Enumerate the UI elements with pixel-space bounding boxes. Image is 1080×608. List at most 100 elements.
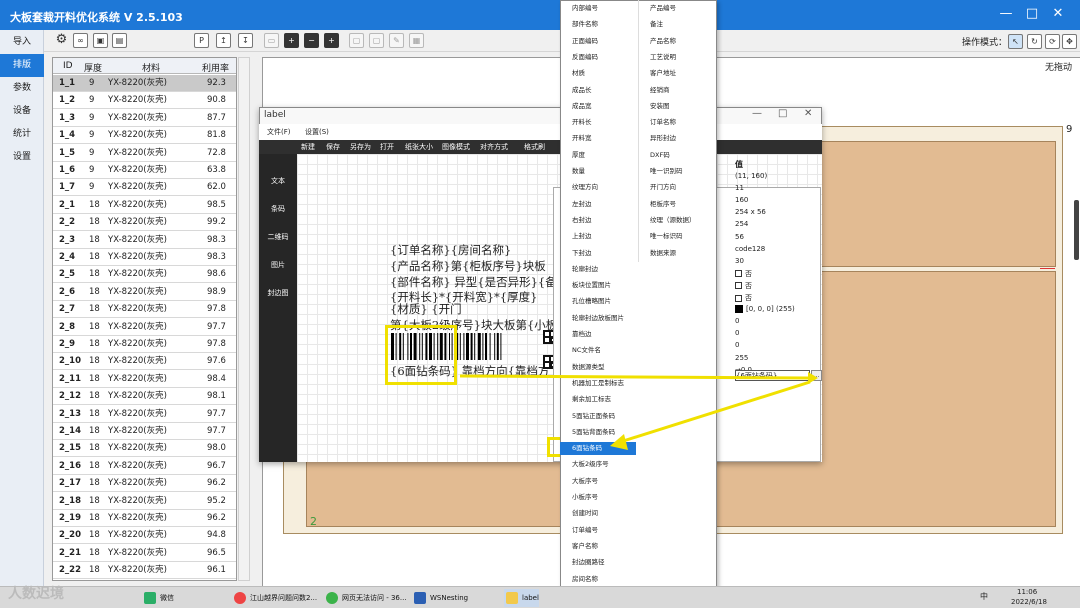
paste-icon[interactable]: ▢ [369, 33, 384, 48]
property-input[interactable]: {6面钻条码} [735, 370, 810, 381]
dropdown-item[interactable]: 开料长 [572, 116, 592, 129]
table-row[interactable]: 2_19 18 YX-8220(灰壳) 96.2 [53, 510, 236, 527]
maximize-button[interactable]: □ [1022, 4, 1042, 24]
close-button[interactable]: ✕ [1048, 4, 1068, 24]
dropdown-item[interactable]: 数据源类型 [572, 361, 605, 374]
dropdown-item[interactable]: 创建时间 [572, 507, 598, 520]
nav-settings[interactable]: 设置 [0, 146, 44, 169]
dropdown-item[interactable]: 客户名称 [572, 540, 598, 553]
property-value[interactable]: 56 [735, 233, 744, 241]
layers-icon[interactable]: ▦ [409, 33, 424, 48]
refresh-icon[interactable]: ⟳ [1045, 34, 1060, 49]
dropdown-item[interactable]: 轮廓封边放板图片 [572, 312, 624, 325]
cursor-icon[interactable]: ↖ [1008, 34, 1023, 49]
dropdown-item[interactable]: 异形封边 [650, 132, 676, 145]
table-row[interactable]: 2_14 18 YX-8220(灰壳) 97.7 [53, 423, 236, 440]
clock-time[interactable]: 11:06 [1017, 588, 1037, 596]
minus-icon[interactable]: − [304, 33, 319, 48]
dropdown-item[interactable]: 工艺说明 [650, 51, 676, 64]
minimize-button[interactable]: — [996, 4, 1016, 24]
label-maximize-button[interactable]: □ [778, 108, 787, 119]
dropdown-item[interactable]: 唯一标识码 [650, 230, 683, 243]
dropdown-item[interactable]: 正面编码 [572, 35, 598, 48]
table-row[interactable]: 2_20 18 YX-8220(灰壳) 94.8 [53, 527, 236, 545]
tool-new[interactable]: 新建 [301, 142, 315, 152]
side-barcode[interactable]: 条码 [259, 204, 297, 214]
ellipsis-icon[interactable]: … [811, 370, 822, 381]
table-row[interactable]: 1_6 9 YX-8220(灰壳) 63.8 [53, 162, 236, 179]
dropdown-item[interactable]: 5面钻背面条码 [572, 426, 615, 439]
nav-stats[interactable]: 统计 [0, 123, 44, 146]
copy-icon[interactable]: ▢ [349, 33, 364, 48]
property-value[interactable]: 160 [735, 196, 748, 204]
table-row[interactable]: 1_2 9 YX-8220(灰壳) 90.8 [53, 92, 236, 110]
dropdown-item[interactable]: 订单编号 [572, 524, 598, 537]
import-icon[interactable]: ↧ [238, 33, 253, 48]
property-value[interactable]: 254 [735, 220, 748, 228]
tool-align[interactable]: 对齐方式 [480, 142, 508, 152]
dropdown-item[interactable]: 内部编号 [572, 2, 598, 15]
tool-save[interactable]: 保存 [326, 142, 340, 152]
image-icon[interactable]: ▣ [93, 33, 108, 48]
col-material[interactable]: 材料 [142, 61, 160, 74]
table-row[interactable]: 2_21 18 YX-8220(灰壳) 96.5 [53, 545, 236, 562]
dropdown-item[interactable]: 机器加工是制标志 [572, 377, 624, 390]
canvas-scrollbar[interactable] [1074, 200, 1079, 260]
dropdown-item[interactable]: 产品名称 [650, 35, 676, 48]
property-value[interactable]: (11, 160) [735, 172, 767, 180]
taskbar-label[interactable]: label [504, 589, 539, 607]
table-row[interactable]: 1_3 9 YX-8220(灰壳) 87.7 [53, 110, 236, 127]
table-row[interactable]: 2_12 18 YX-8220(灰壳) 98.1 [53, 388, 236, 406]
dropdown-item[interactable]: 反面编码 [572, 51, 598, 64]
dropdown-item[interactable]: 部件名称 [572, 18, 598, 31]
dropdown-item[interactable]: 房间名称 [572, 573, 598, 586]
property-value[interactable]: 否 [735, 269, 752, 279]
table-row[interactable]: 2_18 18 YX-8220(灰壳) 95.2 [53, 493, 236, 510]
dropdown-item[interactable]: 大板序号 [572, 475, 598, 488]
nav-import[interactable]: 导入 [0, 31, 44, 54]
dropdown-item[interactable]: 靠档边 [572, 328, 592, 341]
side-text[interactable]: 文本 [259, 176, 297, 186]
checkbox[interactable] [735, 294, 742, 302]
col-id[interactable]: ID [63, 61, 73, 71]
property-value[interactable]: 0 [735, 329, 739, 337]
side-qrcode[interactable]: 二维码 [259, 232, 297, 242]
col-thickness[interactable]: 厚度 [84, 61, 102, 74]
dropdown-item[interactable]: 左封边 [572, 198, 592, 211]
dropdown-item[interactable]: 产品编号 [650, 2, 676, 15]
property-value[interactable]: [0, 0, 0] (255) [735, 305, 795, 314]
property-value[interactable]: 0 [735, 341, 739, 349]
table-row[interactable]: 2_15 18 YX-8220(灰壳) 98.0 [53, 440, 236, 458]
dropdown-item[interactable]: DXF码 [650, 149, 670, 162]
tool-image-mode[interactable]: 图像模式 [442, 142, 470, 152]
table-row[interactable]: 2_11 18 YX-8220(灰壳) 98.4 [53, 371, 236, 388]
nav-params[interactable]: 参数 [0, 77, 44, 100]
table-row[interactable]: 1_1 9 YX-8220(灰壳) 92.3 [53, 75, 236, 92]
menu-file[interactable]: 文件(F) [267, 127, 291, 137]
table-row[interactable]: 2_9 18 YX-8220(灰壳) 97.8 [53, 336, 236, 353]
dropdown-item[interactable]: 轮廓封边 [572, 263, 598, 276]
dropdown-item[interactable]: 纹理方向 [572, 181, 598, 194]
dropdown-item[interactable]: 数据来源 [650, 247, 676, 260]
dropdown-item[interactable]: 开料宽 [572, 132, 592, 145]
table-row[interactable]: 2_3 18 YX-8220(灰壳) 98.3 [53, 232, 236, 249]
dropdown-item[interactable]: 小板序号 [572, 491, 598, 504]
tool-paper-size[interactable]: 纸张大小 [405, 142, 433, 152]
checkbox[interactable] [735, 282, 742, 290]
export-icon[interactable]: ↥ [216, 33, 231, 48]
taskbar-wsnesting[interactable]: WSNesting [412, 589, 468, 607]
table-row[interactable]: 1_7 9 YX-8220(灰壳) 62.0 [53, 179, 236, 197]
label-line-material[interactable]: {材质} {开门 [390, 301, 462, 317]
property-value[interactable]: 11 [735, 184, 744, 192]
property-value[interactable]: 254 x 56 [735, 208, 766, 216]
label-line-order[interactable]: {订单名称}{房间名称} [390, 242, 511, 258]
table-row[interactable]: 2_17 18 YX-8220(灰壳) 96.2 [53, 475, 236, 493]
disk-icon[interactable]: ▭ [264, 33, 279, 48]
property-value[interactable]: code128 [735, 245, 765, 253]
table-row[interactable]: 1_4 9 YX-8220(灰壳) 81.8 [53, 127, 236, 145]
tool-save-as[interactable]: 另存为 [350, 142, 371, 152]
plus-icon[interactable]: + [284, 33, 299, 48]
dropdown-item[interactable]: 孔位槽略图片 [572, 295, 611, 308]
rotate-icon[interactable]: ↻ [1027, 34, 1042, 49]
checkbox[interactable] [735, 270, 742, 278]
